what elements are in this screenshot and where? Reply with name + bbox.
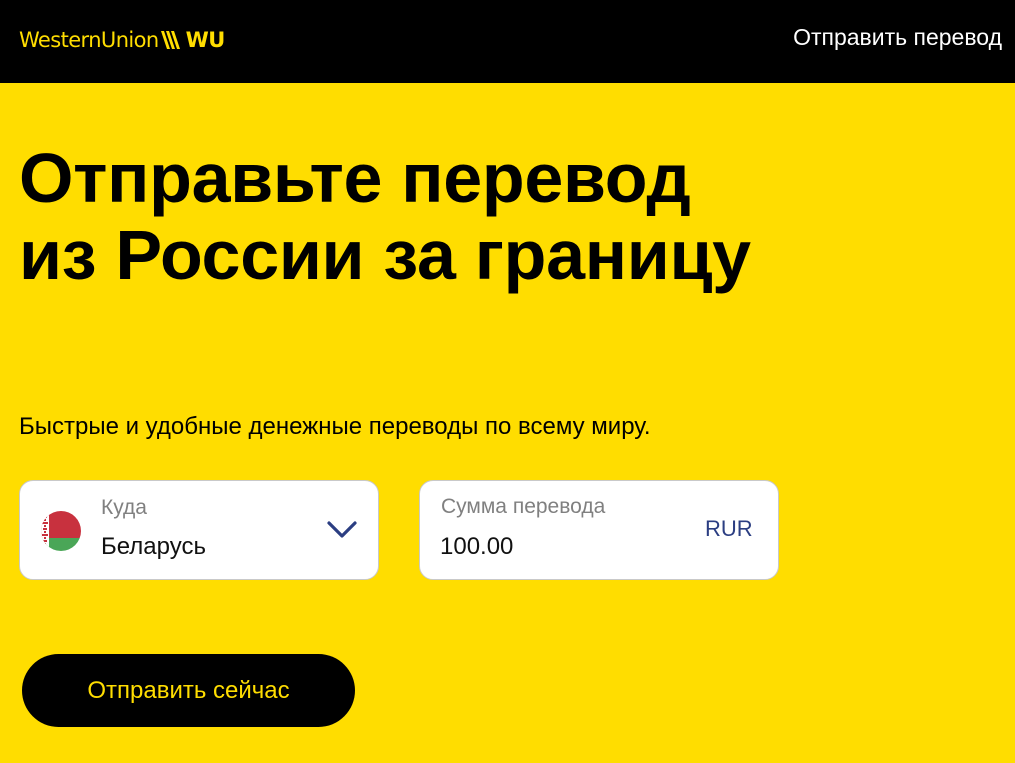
logo-text: WesternUnion [19, 28, 159, 52]
send-now-button[interactable]: Отправить сейчас [22, 654, 355, 727]
chevron-down-icon[interactable] [326, 517, 358, 541]
page-title: Отправьте перевод из России за границу [19, 139, 751, 294]
destination-value: Беларусь [101, 533, 206, 560]
amount-input[interactable] [440, 531, 690, 563]
send-transfer-link[interactable]: Отправить перевод [793, 22, 1002, 52]
destination-country-select[interactable]: Куда Беларусь [19, 480, 379, 580]
western-union-logo[interactable]: WesternUnion WU [19, 27, 225, 53]
destination-label: Куда [101, 496, 147, 519]
logo-abbreviation: WU [185, 28, 226, 52]
amount-label: Сумма перевода [441, 495, 606, 518]
site-header: WesternUnion WU Отправить перевод [0, 0, 1015, 83]
page-subtitle: Быстрые и удобные денежные переводы по в… [19, 413, 651, 440]
logo-stripes-icon [160, 31, 185, 49]
currency-code: RUR [705, 516, 753, 541]
belarus-flag-icon [41, 511, 81, 551]
transfer-amount-field: Сумма перевода RUR [419, 480, 779, 580]
